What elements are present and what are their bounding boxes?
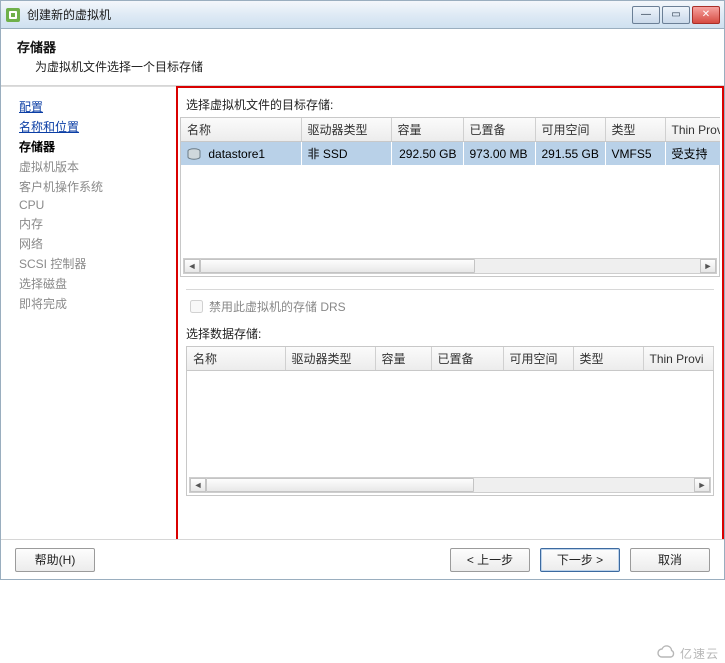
next-button[interactable]: 下一步 >: [540, 548, 620, 572]
scroll-thumb[interactable]: [200, 259, 475, 273]
footer-right: < 上一步 下一步 > 取消: [450, 548, 710, 572]
cell-driver-type: 非 SSD: [301, 142, 391, 166]
window-controls: — ▭ ✕: [632, 6, 720, 24]
secondary-table-container: 名称 驱动器类型 容量 已置备 可用空间 类型 Thin Provi: [186, 346, 714, 496]
page-subtitle: 为虚拟机文件选择一个目标存储: [35, 58, 708, 75]
close-button[interactable]: ✕: [692, 6, 720, 24]
step-network: 网络: [19, 234, 168, 254]
col-free[interactable]: 可用空间: [535, 118, 605, 142]
help-button[interactable]: 帮助(H): [15, 548, 95, 572]
col-driver-type[interactable]: 驱动器类型: [301, 118, 391, 142]
step-complete: 即将完成: [19, 294, 168, 314]
disable-drs-label: 禁用此虚拟机的存储 DRS: [209, 298, 346, 315]
disable-drs-checkbox-row: 禁用此虚拟机的存储 DRS: [190, 298, 714, 315]
page-title: 存储器: [17, 37, 708, 56]
step-memory: 内存: [19, 214, 168, 234]
wizard-footer: 帮助(H) < 上一步 下一步 > 取消: [1, 539, 724, 579]
lower-block: 禁用此虚拟机的存储 DRS 选择数据存储: 名称 驱动器类型 容量 已置: [180, 277, 720, 496]
titlebar: 创建新的虚拟机 — ▭ ✕: [1, 1, 724, 29]
col-provisioned[interactable]: 已置备: [463, 118, 535, 142]
wizard-steps: 配置 名称和位置 存储器 虚拟机版本 客户机操作系统 CPU 内存 网络 SCS…: [1, 86, 176, 548]
col2-provisioned: 已置备: [431, 347, 503, 371]
main-panel: 选择虚拟机文件的目标存储: 名称 驱动器类型 容量 已置备 可用空间 类型: [180, 90, 720, 544]
scroll-right-icon[interactable]: ►: [700, 259, 716, 273]
scroll-thumb[interactable]: [206, 478, 474, 492]
step-configuration[interactable]: 配置: [19, 97, 168, 117]
scroll-right-icon[interactable]: ►: [694, 478, 710, 492]
scroll-track[interactable]: [200, 259, 700, 273]
wizard-content: 配置 名称和位置 存储器 虚拟机版本 客户机操作系统 CPU 内存 网络 SCS…: [1, 86, 724, 548]
secondary-table: 名称 驱动器类型 容量 已置备 可用空间 类型 Thin Provi: [187, 347, 714, 371]
step-name-location[interactable]: 名称和位置: [19, 117, 168, 137]
step-select-disk: 选择磁盘: [19, 274, 168, 294]
step-vm-version: 虚拟机版本: [19, 157, 168, 177]
col-name[interactable]: 名称: [181, 118, 301, 142]
watermark: 亿速云: [656, 643, 719, 663]
scroll-left-icon[interactable]: ◄: [190, 478, 206, 492]
col-type[interactable]: 类型: [605, 118, 665, 142]
main-panel-highlighted: 选择虚拟机文件的目标存储: 名称 驱动器类型 容量 已置备 可用空间 类型: [176, 86, 724, 548]
cancel-button[interactable]: 取消: [630, 548, 710, 572]
window-title: 创建新的虚拟机: [27, 6, 111, 23]
cell-type: VMFS5: [605, 142, 665, 166]
col2-free: 可用空间: [503, 347, 573, 371]
cloud-icon: [656, 643, 676, 663]
col2-driver-type: 驱动器类型: [285, 347, 375, 371]
maximize-button[interactable]: ▭: [662, 6, 690, 24]
minimize-button[interactable]: —: [632, 6, 660, 24]
step-scsi: SCSI 控制器: [19, 254, 168, 274]
col-capacity[interactable]: 容量: [391, 118, 463, 142]
cell-capacity: 292.50 GB: [391, 142, 463, 166]
table-header-row: 名称 驱动器类型 容量 已置备 可用空间 类型 Thin Prov: [181, 118, 720, 142]
datastore-table-container: 名称 驱动器类型 容量 已置备 可用空间 类型 Thin Prov: [180, 117, 720, 277]
col2-capacity: 容量: [375, 347, 431, 371]
disable-drs-checkbox: [190, 300, 203, 313]
back-button[interactable]: < 上一步: [450, 548, 530, 572]
scroll-track[interactable]: [206, 478, 694, 492]
col2-thin: Thin Provi: [643, 347, 713, 371]
step-storage: 存储器: [19, 137, 168, 157]
col2-name: 名称: [187, 347, 285, 371]
app-icon: [5, 7, 21, 23]
top-scrollbar[interactable]: ◄ ►: [183, 258, 717, 274]
col2-type: 类型: [573, 347, 643, 371]
cell-name: datastore1: [181, 142, 301, 166]
cell-provisioned: 973.00 MB: [463, 142, 535, 166]
datastore-icon: [187, 148, 201, 160]
step-cpu: CPU: [19, 197, 168, 214]
cell-thin: 受支持: [665, 142, 720, 166]
scroll-left-icon[interactable]: ◄: [184, 259, 200, 273]
bottom-scrollbar[interactable]: ◄ ►: [189, 477, 711, 493]
col-thin[interactable]: Thin Prov: [665, 118, 720, 142]
secondary-header-row: 名称 驱动器类型 容量 已置备 可用空间 类型 Thin Provi: [187, 347, 713, 371]
cell-free: 291.55 GB: [535, 142, 605, 166]
divider: [186, 289, 714, 290]
bottom-section-label: 选择数据存储:: [186, 325, 708, 342]
top-section-label: 选择虚拟机文件的目标存储:: [186, 96, 714, 113]
datastore-table[interactable]: 名称 驱动器类型 容量 已置备 可用空间 类型 Thin Prov: [181, 118, 720, 165]
wizard-header: 存储器 为虚拟机文件选择一个目标存储: [1, 29, 724, 86]
dialog-window: 创建新的虚拟机 — ▭ ✕ 存储器 为虚拟机文件选择一个目标存储 配置 名称和位…: [0, 0, 725, 580]
datastore-row-selected[interactable]: datastore1 非 SSD 292.50 GB 973.00 MB 291…: [181, 142, 720, 166]
step-guest-os: 客户机操作系统: [19, 177, 168, 197]
